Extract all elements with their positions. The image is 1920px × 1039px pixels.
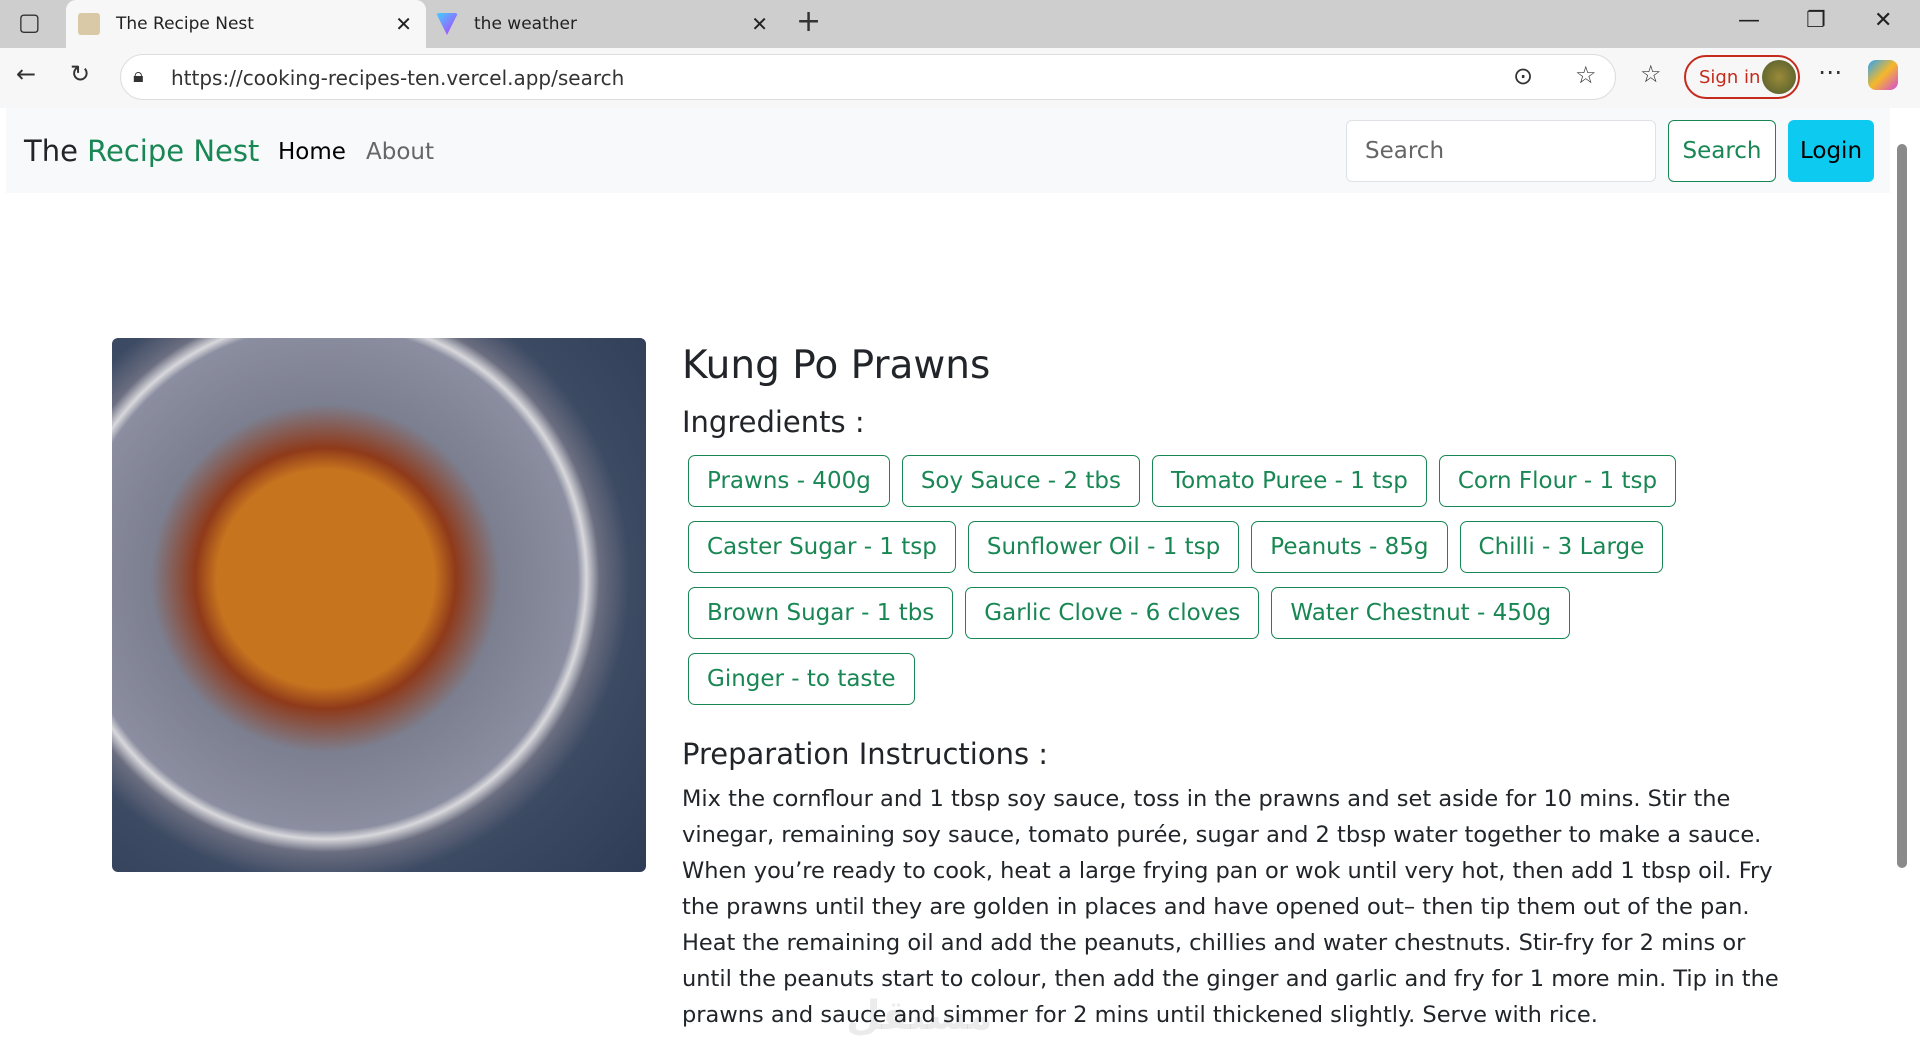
favorites-icon[interactable]: ☆ (1640, 60, 1662, 88)
url-field[interactable]: 🔒︎ https://cooking-recipes-ten.vercel.ap… (120, 54, 1616, 100)
more-icon[interactable]: ⋯ (1818, 58, 1842, 86)
close-tab-icon[interactable]: ✕ (395, 12, 412, 36)
tab-bar: ▢ The Recipe Nest ✕ the weather ✕ + — ❐ … (0, 0, 1920, 48)
nav-about[interactable]: About (366, 139, 434, 165)
recipe-image (112, 338, 646, 872)
ingredient-chip[interactable]: Prawns - 400g (688, 455, 890, 507)
nav-home[interactable]: Home (278, 139, 346, 165)
login-button[interactable]: Login (1788, 120, 1874, 182)
tab-recipe-nest[interactable]: The Recipe Nest ✕ (66, 0, 426, 48)
vite-favicon (436, 13, 458, 35)
ingredient-chip[interactable]: Sunflower Oil - 1 tsp (967, 521, 1240, 573)
restore-icon[interactable]: ❐ (1806, 8, 1826, 33)
instructions-heading: Preparation Instructions : (682, 737, 1049, 771)
tab-title: The Recipe Nest (116, 14, 254, 34)
ingredients-list: Prawns - 400g Soy Sauce - 2 tbs Tomato Pur… (682, 455, 1762, 705)
tab-title: the weather (474, 14, 577, 34)
avatar (1762, 60, 1796, 94)
new-tab-icon[interactable]: + (796, 4, 821, 39)
back-icon[interactable]: ← (16, 60, 36, 88)
search-button[interactable]: Search (1668, 120, 1776, 182)
recipe-title: Kung Po Prawns (682, 343, 991, 388)
copilot-icon[interactable] (1868, 60, 1898, 90)
ingredient-chip[interactable]: Soy Sauce - 2 tbs (901, 455, 1140, 507)
ingredient-chip[interactable]: Tomato Puree - 1 tsp (1151, 455, 1427, 507)
sign-in-label: Sign in (1699, 67, 1761, 88)
close-tab-icon[interactable]: ✕ (751, 12, 768, 36)
recipe-nest-favicon (78, 13, 100, 35)
ingredients-heading: Ingredients : (682, 405, 865, 439)
ingredient-chip[interactable]: Peanuts - 85g (1251, 521, 1448, 573)
ingredient-chip[interactable]: Water Chestnut - 450g (1271, 587, 1571, 639)
address-bar-row: ← ↻ 🔒︎ https://cooking-recipes-ten.verce… (0, 48, 1920, 108)
favorite-star-icon[interactable]: ☆ (1575, 61, 1597, 89)
ingredient-chip[interactable]: Brown Sugar - 1 tbs (688, 587, 954, 639)
ingredient-chip[interactable]: Garlic Clove - 6 cloves (965, 587, 1260, 639)
brand-highlight: Recipe Nest (87, 134, 260, 168)
reload-icon[interactable]: ↻ (70, 60, 90, 88)
recipe-details: Kung Po Prawns Ingredients : Prawns - 40… (682, 338, 1792, 1033)
search-input[interactable] (1346, 120, 1656, 182)
minimize-icon[interactable]: — (1738, 8, 1760, 33)
ingredient-chip[interactable]: Caster Sugar - 1 tsp (688, 521, 956, 573)
ingredient-chip[interactable]: Ginger - to taste (688, 653, 915, 705)
brand-logo[interactable]: The Recipe Nest (24, 134, 259, 168)
scrollbar[interactable] (1890, 108, 1914, 1016)
ingredient-chip[interactable]: Corn Flour - 1 tsp (1438, 455, 1677, 507)
navbar: The Recipe Nest Home About Search Login (6, 108, 1890, 193)
tab-weather[interactable]: the weather ✕ (432, 0, 782, 48)
lock-icon[interactable]: 🔒︎ (133, 63, 144, 87)
url-text[interactable]: https://cooking-recipes-ten.vercel.app/s… (171, 66, 624, 90)
watermark: مستقل (846, 993, 993, 1039)
page: The Recipe Nest Home About Search Login … (6, 108, 1890, 1039)
scrollbar-thumb[interactable] (1897, 144, 1907, 868)
sidebar-toggle-icon[interactable]: ▢ (18, 8, 41, 36)
ingredient-chip[interactable]: Chilli - 3 Large (1459, 521, 1664, 573)
close-window-icon[interactable]: ✕ (1874, 8, 1892, 33)
reader-icon[interactable]: ⊙ (1513, 62, 1533, 90)
brand-prefix: The (24, 134, 78, 168)
sign-in-button[interactable]: Sign in (1684, 55, 1800, 99)
